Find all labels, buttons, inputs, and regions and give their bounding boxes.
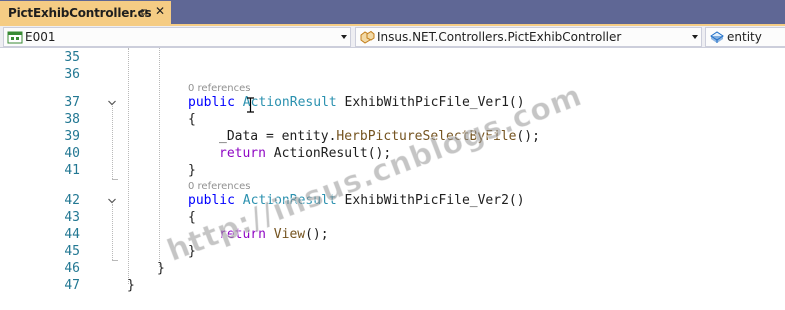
line-number: 43	[64, 210, 80, 225]
document-tab-strip: PictExhibController.cs ✕	[0, 0, 785, 26]
code-lens-references[interactable]: 0 references	[188, 83, 251, 95]
line-number: 36	[64, 67, 80, 82]
code-line: 39 _Data = entity.HerbPictureSelectByFil…	[0, 129, 785, 145]
code-text: }	[188, 163, 196, 178]
code-line: 44 return View();	[0, 227, 785, 243]
line-number: 42	[64, 193, 80, 208]
close-icon[interactable]: ✕	[153, 4, 167, 18]
fold-end-marker	[112, 179, 118, 180]
line-number: 41	[64, 163, 80, 178]
line-number: 39	[64, 129, 80, 144]
line-number: 46	[64, 261, 80, 276]
document-tab[interactable]: PictExhibController.cs ✕	[0, 1, 171, 24]
code-line: 47 }	[0, 278, 785, 294]
fold-bracket	[112, 106, 113, 179]
type-dropdown-label: Insus.NET.Controllers.PictExhibControlle…	[377, 30, 622, 44]
code-text: }	[157, 261, 165, 276]
pin-icon[interactable]	[137, 6, 149, 18]
line-number: 45	[64, 244, 80, 259]
code-line: 42 public ActionResult ExhibWithPicFile_…	[0, 193, 785, 209]
fold-end-marker	[112, 260, 118, 261]
code-line: 45 }	[0, 244, 785, 260]
code-line: 46 }	[0, 261, 785, 277]
code-line: 35	[0, 50, 785, 66]
member-dropdown[interactable]: entity	[705, 27, 785, 47]
text-cursor-icon	[247, 97, 254, 113]
code-line: 36	[0, 67, 785, 83]
fold-bracket	[112, 204, 113, 260]
line-number: 35	[64, 50, 80, 65]
chevron-down-icon	[341, 35, 347, 39]
line-number: 44	[64, 227, 80, 242]
code-text: public ActionResult ExhibWithPicFile_Ver…	[188, 95, 525, 110]
line-number: 47	[64, 278, 80, 293]
csharp-project-icon	[7, 31, 23, 44]
code-line: 43 {	[0, 210, 785, 226]
field-icon	[710, 31, 724, 43]
code-text: }	[127, 278, 135, 293]
project-dropdown-label: E001	[25, 30, 56, 44]
navigation-bar: E001 Insus.NET.Controllers.PictExhibCont…	[0, 26, 785, 48]
code-editor[interactable]: 0 references 0 references 35 36 37 publi…	[0, 48, 785, 310]
line-number: 40	[64, 146, 80, 161]
chevron-down-icon	[692, 35, 698, 39]
class-icon	[360, 30, 375, 44]
member-dropdown-label: entity	[727, 30, 762, 44]
code-lens-references[interactable]: 0 references	[188, 181, 251, 193]
line-number: 38	[64, 112, 80, 127]
code-text: {	[188, 112, 196, 127]
code-line: 37 public ActionResult ExhibWithPicFile_…	[0, 95, 785, 111]
line-number: 37	[64, 95, 80, 110]
document-tab-title: PictExhibController.cs	[8, 5, 152, 20]
project-dropdown[interactable]: E001	[3, 27, 351, 47]
code-line: 38 {	[0, 112, 785, 128]
type-dropdown[interactable]: Insus.NET.Controllers.PictExhibControlle…	[355, 27, 702, 47]
